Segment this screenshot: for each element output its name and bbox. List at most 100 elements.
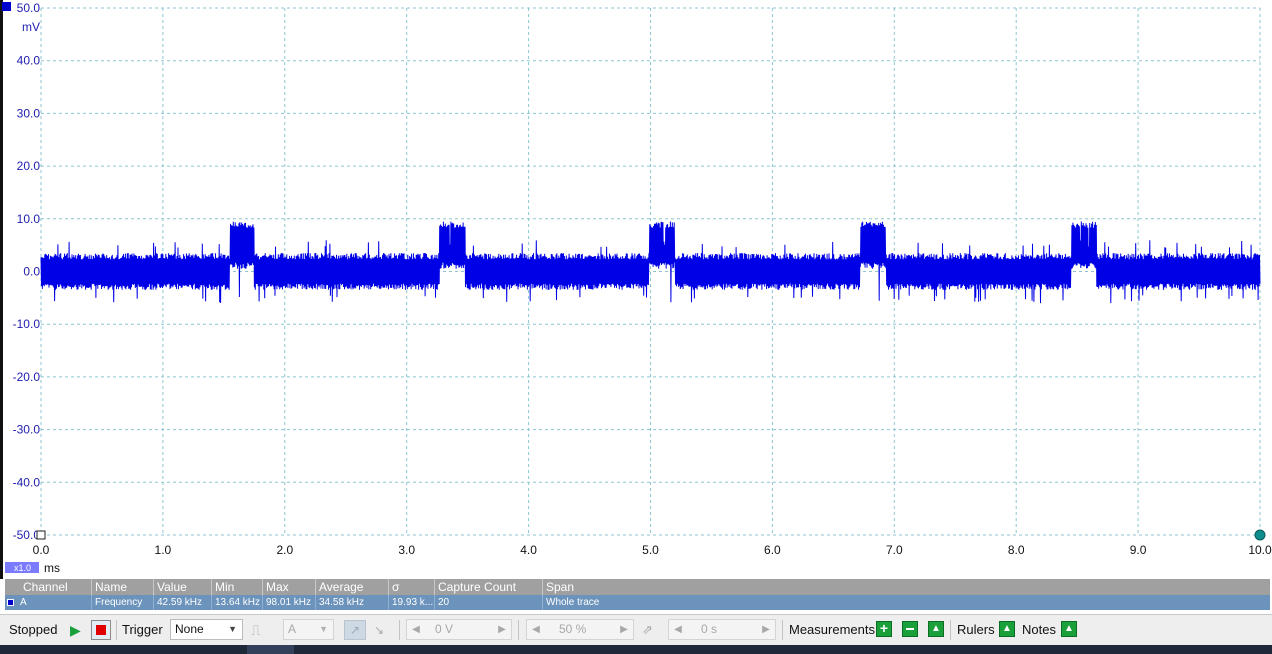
delay-icon[interactable]: ⇗ [642,615,653,645]
oscilloscope-view[interactable]: 50.0 40.0 30.0 20.0 10.0 0.0 -10.0 -20.0 -30.0 -4… [0,0,1272,579]
measurement-row[interactable]: A Frequency 42.59 kHz 13.64 kHz 98.01 kH… [5,595,1270,610]
rising-edge-icon[interactable]: ↗ [344,620,366,640]
y-unit-label: mV [22,20,40,34]
header-value[interactable]: Value [153,579,211,595]
y-tick-label: -20.0 [13,370,41,384]
header-name[interactable]: Name [91,579,153,595]
stop-button[interactable] [91,620,111,640]
rulers-label: Rulers [957,622,995,637]
cell-sigma: 19.93 k... [388,595,434,610]
y-tick-label: 20.0 [17,159,41,173]
minus-icon [906,628,914,630]
header-average[interactable]: Average [315,579,388,595]
chevron-down-icon: ▼ [228,624,237,634]
cell-channel: A [5,595,91,610]
trigger-channel-value: A [288,622,297,636]
y-tick-label: 30.0 [17,106,41,120]
measurements-label: Measurements [789,622,875,637]
chevron-left-icon[interactable]: ◀ [671,620,685,639]
y-tick-label: 10.0 [17,212,41,226]
add-measurement-button[interactable]: + [876,620,892,637]
threshold-value: 0 V [435,622,454,636]
measurement-options-button[interactable]: ▲ [928,621,944,637]
channel-color-swatch [7,598,14,606]
x-tick-label: 1.0 [155,543,172,557]
cell-min: 13.64 kHz [211,595,262,610]
run-button[interactable]: ▶ [70,615,81,645]
plus-icon: + [879,620,889,636]
trigger-mode-value: None [175,622,204,636]
y-tick-label: 0.0 [23,265,40,279]
x-tick-label: 4.0 [520,543,537,557]
y-tick-label: -10.0 [13,317,41,331]
cell-channel-text: A [20,597,27,608]
pretrigger-value: 50 % [559,622,587,636]
chevron-right-icon[interactable]: ▶ [759,620,773,639]
y-axis-strip [0,0,3,579]
cell-average: 34.58 kHz [315,595,388,610]
y-tick-label: -50.0 [13,528,41,542]
header-min[interactable]: Min [211,579,262,595]
header-channel[interactable]: Channel [5,579,91,595]
header-capture-count[interactable]: Capture Count [434,579,542,595]
toolbar-divider [116,620,117,640]
x-tick-label: 9.0 [1130,543,1147,557]
header-span[interactable]: Span [542,579,1270,595]
bottom-toolbar: Stopped ▶ Trigger None ▼ ⎍ A ▼ ↗ ↘ ◀ 0 V… [0,614,1272,645]
x-tick-label: 6.0 [764,543,781,557]
stop-icon [96,625,106,635]
cell-max: 98.01 kHz [262,595,315,610]
triangle-up-icon: ▲ [1064,623,1074,634]
trigger-pulse-icon[interactable]: ⎍ [251,615,261,645]
measurements-header-row: Channel Name Value Min Max Average σ Cap… [5,579,1270,595]
trigger-label: Trigger [122,622,163,637]
x-unit-label: ms [44,561,60,575]
ruler-handle-bottom-left[interactable] [36,530,46,540]
falling-edge-icon[interactable]: ↘ [374,615,384,645]
toolbar-divider [518,620,519,640]
y-tick-label: 40.0 [17,54,41,68]
x-tick-label: 3.0 [398,543,415,557]
pretrigger-stepper[interactable]: ◀ 50 % ▶ [526,619,634,640]
capture-status: Stopped [9,622,58,637]
x-tick-label: 8.0 [1008,543,1025,557]
cell-span: Whole trace [542,595,1270,610]
chevron-down-icon: ▼ [319,624,328,634]
cell-value: 42.59 kHz [153,595,211,610]
x-tick-label: 2.0 [276,543,293,557]
taskbar-button[interactable] [247,645,294,654]
y-tick-label: -40.0 [13,475,41,489]
ruler-handle-bottom-right[interactable] [1254,529,1266,541]
remove-measurement-button[interactable] [902,621,918,637]
header-max[interactable]: Max [262,579,315,595]
x-tick-label: 0.0 [33,543,50,557]
chevron-right-icon[interactable]: ▶ [617,620,631,639]
x-tick-label: 5.0 [642,543,659,557]
x-tick-label: 7.0 [886,543,903,557]
rulers-options-button[interactable]: ▲ [999,621,1015,637]
x-scale-badge-label: x1.0 [14,563,31,573]
x-axis-ticks: 0.0 1.0 2.0 3.0 4.0 5.0 6.0 7.0 8.0 9.0 10.0 [33,543,1272,557]
notes-options-button[interactable]: ▲ [1061,621,1077,637]
toolbar-divider [782,620,783,640]
y-axis-ticks: 50.0 40.0 30.0 20.0 10.0 0.0 -10.0 -20.0 -30.0 -4… [13,1,41,542]
toolbar-divider [950,620,951,640]
chevron-left-icon[interactable]: ◀ [529,620,543,639]
chevron-left-icon[interactable]: ◀ [409,620,423,639]
chevron-right-icon[interactable]: ▶ [495,620,509,639]
triangle-up-icon: ▲ [931,623,941,634]
y-tick-label: 50.0 [17,1,41,15]
header-sigma[interactable]: σ [388,579,434,595]
trigger-mode-select[interactable]: None ▼ [170,619,243,640]
cell-name: Frequency [91,595,153,610]
delay-value: 0 s [701,622,718,636]
threshold-stepper[interactable]: ◀ 0 V ▶ [406,619,512,640]
measurements-table: Channel Name Value Min Max Average σ Cap… [0,579,1272,612]
toolbar-divider [399,620,400,640]
cell-capture-count: 20 [434,595,542,610]
x-tick-label: 10.0 [1248,543,1272,557]
trigger-channel-select[interactable]: A ▼ [283,619,334,640]
windows-taskbar [0,645,1272,654]
delay-stepper[interactable]: ◀ 0 s ▶ [668,619,776,640]
triangle-up-icon: ▲ [1002,623,1012,634]
